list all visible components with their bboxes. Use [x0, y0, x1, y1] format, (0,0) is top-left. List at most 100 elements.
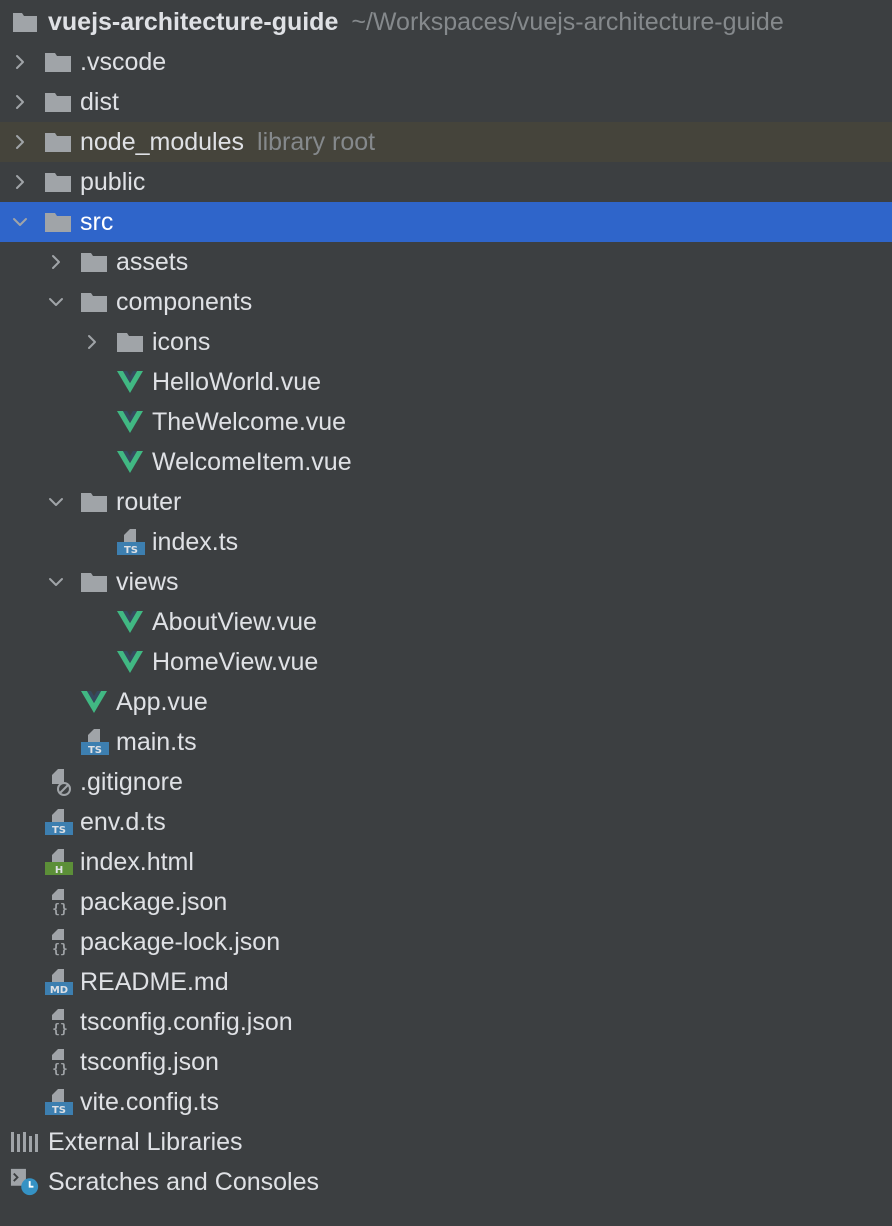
chevron-down-icon[interactable] [44, 562, 68, 602]
folder-icon [116, 322, 146, 362]
folder-icon [44, 202, 74, 242]
tree-item-label: vite.config.ts [80, 1087, 219, 1116]
file-row[interactable]: App.vue [0, 682, 892, 722]
project-root-row[interactable]: vuejs-architecture-guide ~/Workspaces/vu… [0, 2, 892, 42]
tree-item-label: TheWelcome.vue [152, 407, 347, 436]
folder-row[interactable]: node_modules library root [0, 122, 892, 162]
folder-row[interactable]: assets [0, 242, 892, 282]
tree-item-label: HomeView.vue [152, 647, 319, 676]
chevron-right-icon[interactable] [80, 322, 104, 362]
chevron-right-icon[interactable] [8, 122, 32, 162]
file-row[interactable]: TS env.d.ts [0, 802, 892, 842]
file-row[interactable]: AboutView.vue [0, 602, 892, 642]
tree-item-label: HelloWorld.vue [152, 367, 322, 396]
typescript-file-icon: TS [44, 1082, 74, 1122]
file-row[interactable]: {} package.json [0, 882, 892, 922]
typescript-file-icon: TS [116, 522, 146, 562]
scratches-icon [10, 1162, 40, 1202]
file-row[interactable]: TS vite.config.ts [0, 1082, 892, 1122]
tree-item-label: assets [116, 247, 189, 276]
vue-file-icon [116, 402, 146, 442]
file-row[interactable]: TheWelcome.vue [0, 402, 892, 442]
folder-icon [44, 162, 74, 202]
project-name: vuejs-architecture-guide [48, 7, 339, 36]
typescript-file-icon: TS [44, 802, 74, 842]
json-file-icon: {} [44, 922, 74, 962]
tree-item-label: tsconfig.json [80, 1047, 219, 1076]
library-root-hint: library root [257, 127, 376, 156]
chevron-right-icon[interactable] [8, 42, 32, 82]
tree-item-label: .vscode [80, 47, 167, 76]
svg-text:TS: TS [52, 825, 66, 836]
tree-item-label: icons [152, 327, 211, 356]
tree-item-label: index.ts [152, 527, 239, 556]
file-row[interactable]: {} tsconfig.config.json [0, 1002, 892, 1042]
chevron-down-icon[interactable] [44, 482, 68, 522]
folder-row[interactable]: router [0, 482, 892, 522]
project-path: ~/Workspaces/vuejs-architecture-guide [351, 7, 784, 36]
svg-text:{}: {} [52, 1062, 68, 1076]
tree-item-label: dist [80, 87, 119, 116]
file-row[interactable]: HomeView.vue [0, 642, 892, 682]
svg-text:{}: {} [52, 942, 68, 956]
tree-items: .vscode dist node_modules library root publi… [0, 42, 892, 1122]
tree-item-label: AboutView.vue [152, 607, 317, 636]
svg-text:{}: {} [52, 1022, 68, 1036]
folder-row[interactable]: public [0, 162, 892, 202]
tree-item-label: components [116, 287, 253, 316]
chevron-right-icon[interactable] [44, 242, 68, 282]
chevron-right-icon[interactable] [8, 82, 32, 122]
tree-item-label: router [116, 487, 182, 516]
scratches-row[interactable]: Scratches and Consoles [0, 1162, 892, 1202]
file-row[interactable]: WelcomeItem.vue [0, 442, 892, 482]
project-tree: vuejs-architecture-guide ~/Workspaces/vu… [0, 0, 892, 1202]
tree-item-label: src [80, 207, 114, 236]
file-row[interactable]: Hindex.html [0, 842, 892, 882]
scratches-label: Scratches and Consoles [48, 1167, 319, 1196]
folder-row[interactable]: .vscode [0, 42, 892, 82]
tree-item-label: README.md [80, 967, 229, 996]
json-file-icon: {} [44, 1042, 74, 1082]
folder-row[interactable]: src [0, 202, 892, 242]
folder-icon [80, 482, 110, 522]
folder-icon [44, 82, 74, 122]
ignore-file-icon [44, 762, 74, 802]
folder-row[interactable]: components [0, 282, 892, 322]
svg-text:TS: TS [124, 545, 138, 556]
svg-text:TS: TS [88, 745, 102, 756]
chevron-right-icon[interactable] [8, 162, 32, 202]
tree-item-label: tsconfig.config.json [80, 1007, 293, 1036]
tree-item-label: package.json [80, 887, 228, 916]
tree-item-label: public [80, 167, 146, 196]
folder-icon [80, 562, 110, 602]
file-row[interactable]: TS index.ts [0, 522, 892, 562]
tree-item-label: node_modules [80, 127, 245, 156]
file-row[interactable]: MD README.md [0, 962, 892, 1002]
file-row[interactable]: HelloWorld.vue [0, 362, 892, 402]
svg-text:{}: {} [52, 902, 68, 916]
folder-row[interactable]: icons [0, 322, 892, 362]
vue-file-icon [80, 682, 110, 722]
svg-text:H: H [55, 865, 63, 876]
tree-item-label: .gitignore [80, 767, 183, 796]
external-libraries-label: External Libraries [48, 1127, 243, 1156]
folder-icon [44, 42, 74, 82]
tree-item-label: index.html [80, 847, 194, 876]
file-row[interactable]: .gitignore [0, 762, 892, 802]
vue-file-icon [116, 442, 146, 482]
svg-text:MD: MD [50, 985, 68, 996]
folder-row[interactable]: views [0, 562, 892, 602]
chevron-down-icon[interactable] [44, 282, 68, 322]
file-row[interactable]: {} package-lock.json [0, 922, 892, 962]
folder-icon [80, 282, 110, 322]
tree-item-label: WelcomeItem.vue [152, 447, 352, 476]
json-file-icon: {} [44, 882, 74, 922]
folder-icon [80, 242, 110, 282]
file-row[interactable]: {} tsconfig.json [0, 1042, 892, 1082]
chevron-down-icon[interactable] [8, 202, 32, 242]
external-libraries-row[interactable]: External Libraries [0, 1122, 892, 1162]
folder-icon [44, 122, 74, 162]
folder-row[interactable]: dist [0, 82, 892, 122]
vue-file-icon [116, 362, 146, 402]
file-row[interactable]: TS main.ts [0, 722, 892, 762]
